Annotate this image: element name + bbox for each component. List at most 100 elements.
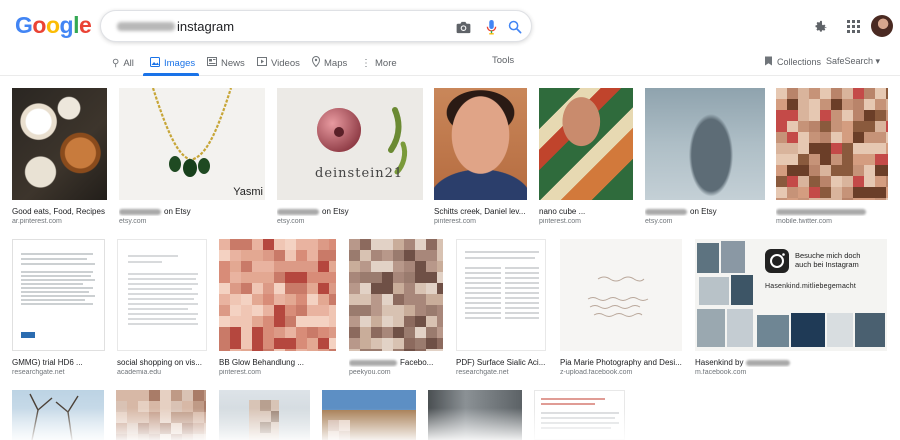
logo-letter: g (59, 12, 74, 38)
tools-button[interactable]: Tools (492, 55, 514, 66)
food-image (12, 88, 107, 200)
document-image (12, 239, 105, 351)
result-source: academia.edu (117, 369, 161, 376)
plaza-image (322, 390, 416, 440)
video-icon (257, 57, 267, 69)
safesearch-dropdown[interactable]: SafeSearch ▾ (826, 56, 880, 67)
active-tab-indicator (143, 73, 199, 76)
search-tabs: ⚲ All Images News Videos Maps ⋮ More Too… (0, 50, 900, 76)
header: Google instagram (0, 0, 900, 52)
collections-icon (764, 56, 773, 68)
pixelated-person (328, 420, 350, 440)
image-result[interactable]: mobile.twitter.com (776, 88, 888, 228)
image-result[interactable]: social shopping on vis... academia.edu (117, 239, 207, 379)
street-image (219, 390, 310, 440)
result-caption: on Etsy (645, 207, 717, 216)
image-result[interactable]: Yasmi on Etsy etsy.com (119, 88, 265, 228)
tab-more[interactable]: ⋮ More (361, 55, 397, 71)
redacted-name (349, 359, 397, 366)
image-result[interactable]: deinstein21 on Etsy etsy.com (277, 88, 423, 228)
result-source: z-upload.facebook.com (560, 369, 633, 376)
pixelated-face-image (116, 390, 206, 440)
search-icon: ⚲ (112, 57, 120, 69)
image-result[interactable]: Schitts creek, Daniel lev... pinterest.c… (434, 88, 527, 228)
more-icon: ⋮ (361, 57, 371, 69)
result-caption: on Etsy (277, 207, 349, 216)
document-lines (21, 253, 95, 338)
paper-image (117, 239, 207, 351)
tab-news[interactable]: News (207, 55, 245, 71)
image-result[interactable]: Good eats, Food, Recipes ar.pinterest.co… (12, 88, 107, 228)
result-caption: PDF) Surface Sialic Aci... (456, 358, 546, 367)
camera-icon[interactable] (453, 17, 473, 37)
collections-label: Collections (777, 57, 822, 67)
image-result[interactable]: Besuche mich doch auch bei Instagram Has… (695, 239, 887, 379)
result-source: ar.pinterest.com (12, 218, 62, 225)
image-result[interactable]: Pia Marie Photography and Desi... z-uplo… (560, 239, 682, 379)
avatar[interactable] (871, 15, 893, 37)
redacted-name (119, 208, 161, 215)
result-source: pinterest.com (434, 218, 477, 225)
card-image (560, 239, 682, 351)
image-result[interactable] (12, 390, 104, 440)
image-result[interactable]: GMMG) trial HD6 ... researchgate.net (12, 239, 105, 379)
gear-icon[interactable] (810, 16, 830, 36)
result-caption: on Etsy (119, 207, 191, 216)
pendant-image: deinstein21 (277, 88, 423, 200)
result-caption: Hasenkind by (695, 358, 793, 367)
pixelated-person (249, 400, 279, 440)
tab-label: Videos (271, 57, 300, 69)
apps-grid-icon[interactable] (843, 16, 863, 36)
logo-letter: e (78, 12, 92, 38)
collage-image: Besuche mich doch auch bei Instagram Has… (695, 239, 887, 351)
tab-label: More (375, 57, 397, 69)
google-logo[interactable]: Google (15, 12, 92, 39)
collections-button[interactable]: Collections (764, 56, 821, 68)
tab-videos[interactable]: Videos (257, 55, 300, 71)
result-caption: nano cube ... (539, 207, 586, 216)
result-source: etsy.com (119, 218, 147, 225)
search-input[interactable]: instagram (100, 10, 532, 42)
trunk-image (428, 390, 522, 440)
ghost-figure-image (645, 88, 765, 200)
pendant-illustration (317, 107, 408, 175)
result-caption: Good eats, Food, Recipes (12, 207, 105, 216)
tab-label: Images (164, 57, 196, 69)
image-icon (150, 56, 160, 70)
collage-caption: Besuche mich doch auch bei Instagram (795, 251, 861, 269)
screenshot-lines (541, 398, 619, 429)
search-icon[interactable] (505, 17, 525, 37)
selfie-image (539, 88, 633, 200)
tab-label: Maps (324, 57, 348, 69)
image-result[interactable] (428, 390, 522, 440)
pixelated-face-image (349, 239, 443, 351)
image-result[interactable]: BB Glow Behandlung ... pinterest.com (219, 239, 336, 379)
result-caption: GMMG) trial HD6 ... (12, 358, 83, 367)
tab-label: All (123, 57, 134, 69)
tab-all[interactable]: ⚲ All (112, 55, 134, 71)
tree-branches (29, 393, 79, 440)
tab-images[interactable]: Images (150, 55, 195, 71)
result-caption: Facebo... (349, 358, 433, 367)
image-result[interactable]: Facebo... peekyou.com (349, 239, 443, 379)
handwritten-text: deinstein21 (315, 166, 404, 181)
image-result[interactable] (322, 390, 416, 440)
result-source: researchgate.net (12, 369, 65, 376)
redacted-query-text (117, 22, 175, 31)
caret-down-icon: ▾ (875, 56, 881, 66)
image-result[interactable]: on Etsy etsy.com (645, 88, 765, 228)
tab-maps[interactable]: Maps (311, 55, 348, 71)
result-source: mobile.twitter.com (776, 218, 833, 225)
result-source: etsy.com (645, 218, 673, 225)
pdf-lines (465, 251, 539, 319)
image-result[interactable] (219, 390, 310, 440)
portrait-image (434, 88, 527, 200)
image-result[interactable]: nano cube ... pinterest.com (539, 88, 633, 228)
script-text-lines (587, 276, 649, 317)
mic-icon[interactable] (481, 17, 501, 37)
logo-letter: G (15, 12, 33, 38)
result-caption: social shopping on vis... (117, 358, 202, 367)
image-result[interactable]: PDF) Surface Sialic Aci... researchgate.… (456, 239, 546, 379)
image-result[interactable] (534, 390, 625, 440)
image-result[interactable] (116, 390, 206, 440)
